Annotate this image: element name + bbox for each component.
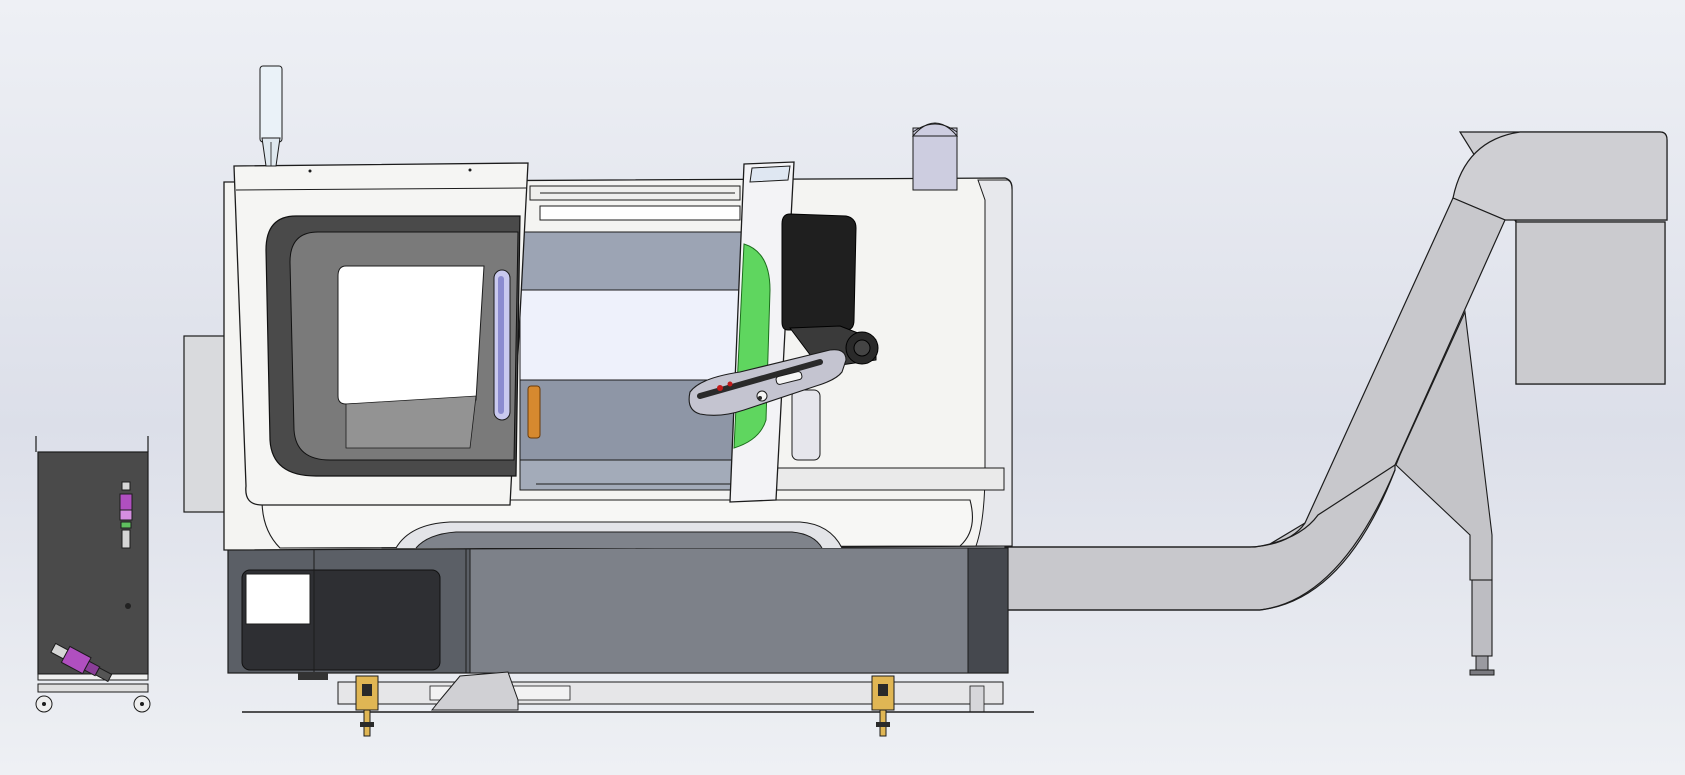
left-sliding-door xyxy=(233,162,529,506)
coolant-tank-icon xyxy=(35,436,151,713)
machine-base xyxy=(227,547,1034,713)
pendant-estop[interactable] xyxy=(758,396,762,400)
conveyor-head xyxy=(1452,131,1668,221)
leveling-foot-right xyxy=(871,675,895,737)
chip-conveyor xyxy=(1004,131,1668,676)
conveyor-hopper-front xyxy=(1515,221,1666,385)
spindle-chuck xyxy=(527,385,541,439)
pendant-monitor[interactable] xyxy=(781,213,857,331)
conveyor-leg-foot xyxy=(1471,579,1493,657)
door-window-glass xyxy=(337,265,485,405)
coolant-tank-body xyxy=(37,451,149,675)
interior-upper-wall xyxy=(519,231,753,291)
signal-tower-icon xyxy=(259,65,283,167)
cad-viewport xyxy=(0,0,1685,775)
lathe-drawing xyxy=(35,65,1668,737)
base-label-plate xyxy=(245,573,311,625)
mist-collector xyxy=(911,122,959,191)
left-side-cover xyxy=(183,335,229,513)
leveling-foot-left xyxy=(355,675,379,737)
